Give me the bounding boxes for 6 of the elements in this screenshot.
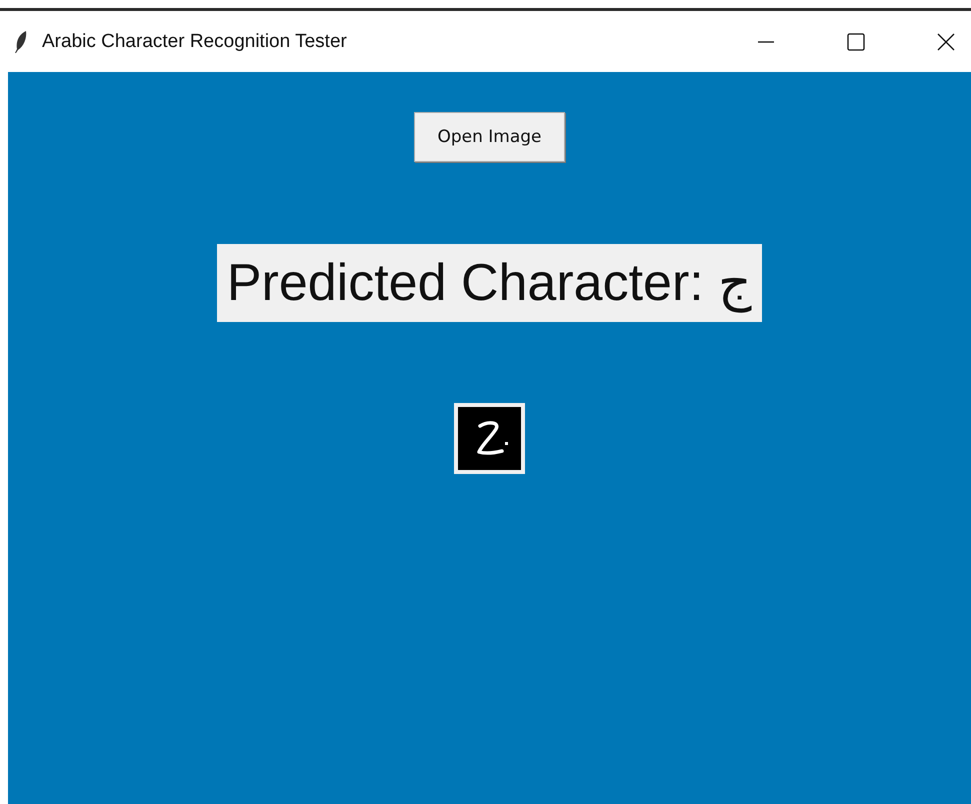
maximize-icon[interactable] (847, 32, 865, 50)
feather-icon (14, 30, 28, 54)
open-image-button[interactable]: Open Image (414, 112, 565, 162)
window-title: Arabic Character Recognition Tester (42, 30, 347, 52)
close-icon[interactable] (937, 32, 955, 50)
prediction-label: Predicted Character: ج (216, 244, 762, 322)
